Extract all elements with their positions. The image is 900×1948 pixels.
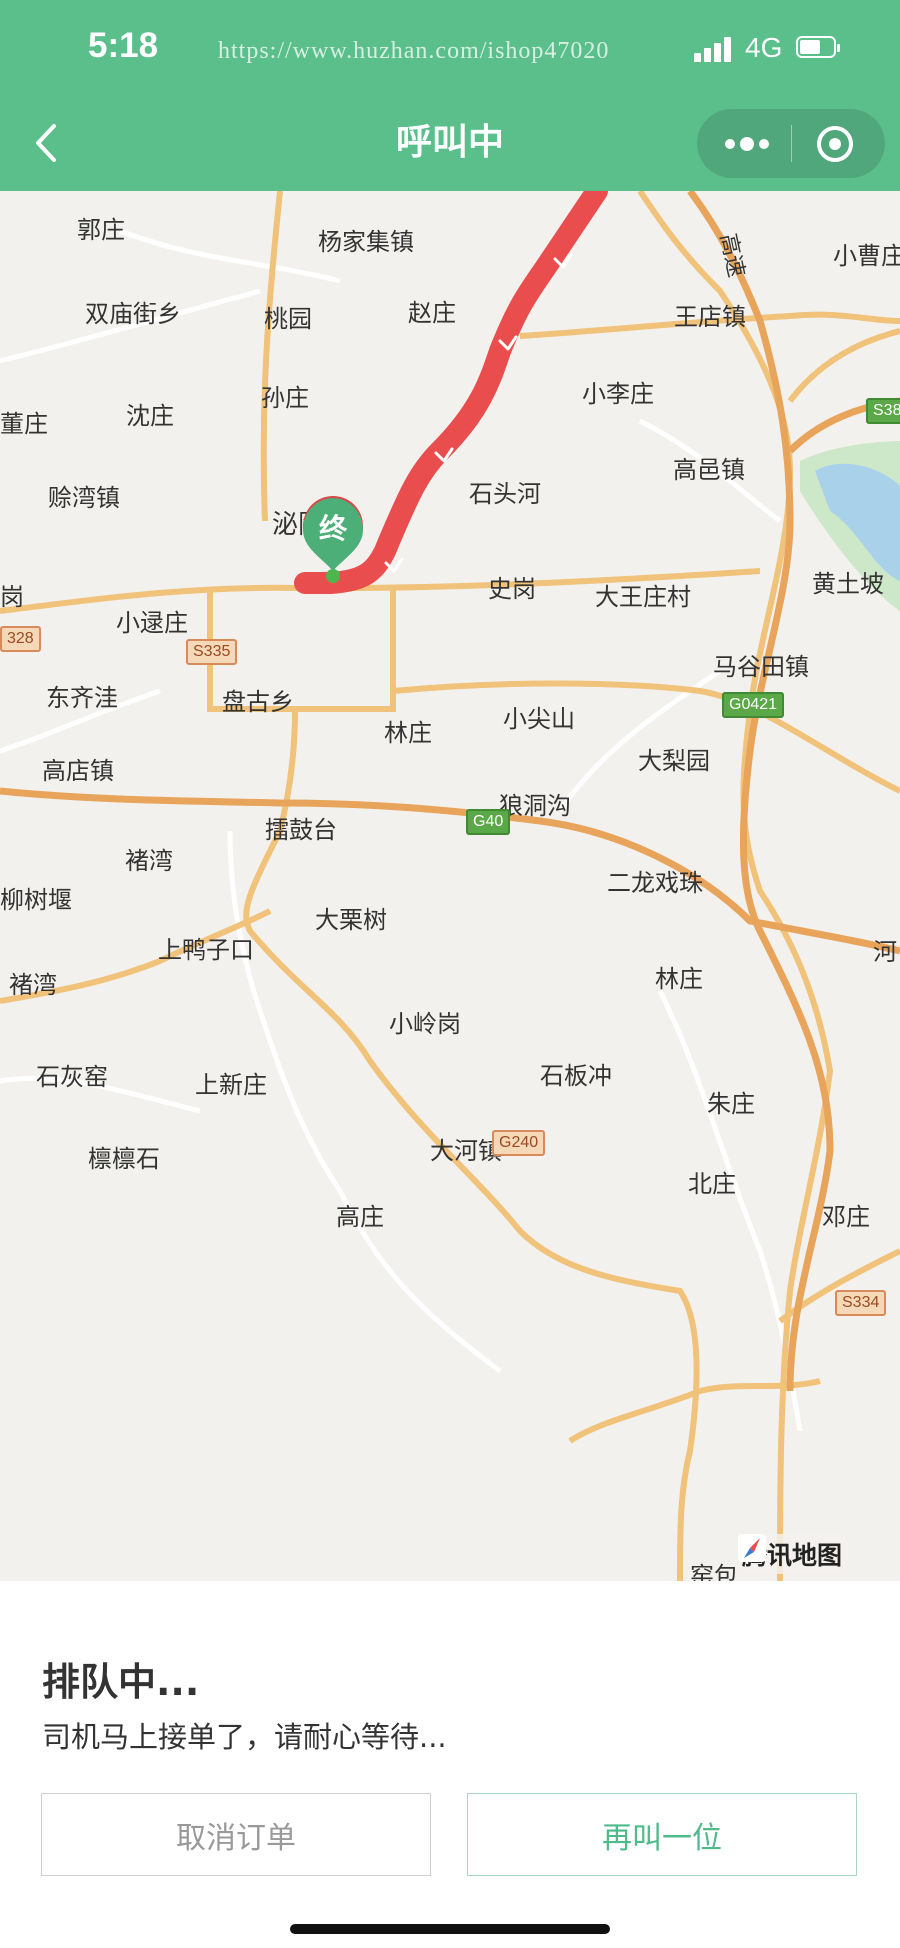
map-place-label: 石板冲 bbox=[540, 1062, 612, 1090]
road-shield: 328 bbox=[0, 626, 41, 652]
compass-icon bbox=[738, 1534, 766, 1562]
mini-program-capsule bbox=[697, 109, 885, 178]
end-location-marker[interactable]: 终 bbox=[298, 493, 368, 583]
call-again-button[interactable]: 再叫一位 bbox=[467, 1793, 857, 1876]
map-place-label: 大栗树 bbox=[315, 906, 387, 934]
map-place-label: 上鸭子口 bbox=[158, 936, 254, 964]
queue-status-description: 司机马上接单了，请耐心等待... bbox=[42, 1720, 447, 1754]
map-place-label: 邓庄 bbox=[822, 1203, 870, 1231]
map-place-label: 擂鼓台 bbox=[265, 816, 337, 844]
map-place-label: 高店镇 bbox=[42, 757, 114, 785]
more-dots-icon bbox=[725, 137, 769, 151]
map-place-label: 小曹庄 bbox=[833, 242, 900, 270]
battery-icon bbox=[796, 36, 842, 60]
map-place-label: 上新庄 bbox=[195, 1071, 267, 1099]
map-place-label: 窑包 bbox=[690, 1562, 738, 1581]
map-place-label: 沈庄 bbox=[126, 402, 174, 430]
map-place-label: 高邑镇 bbox=[673, 456, 745, 484]
map-place-label: 石头河 bbox=[469, 480, 541, 508]
map-place-label: 柳树堰 bbox=[0, 886, 72, 914]
map-place-label: 双庙街乡 bbox=[85, 300, 181, 328]
map-place-label: 褚湾 bbox=[9, 971, 57, 999]
road-shield: G0421 bbox=[722, 692, 785, 718]
map-place-label: 杨家集镇 bbox=[318, 228, 414, 256]
map-place-label: 盘古乡 bbox=[222, 688, 294, 716]
header-bar: 5:18 https://www.huzhan.com/ishop47020 4… bbox=[0, 0, 900, 191]
map-place-label: 檩檩石 bbox=[88, 1145, 160, 1173]
road-shield: G40 bbox=[466, 809, 511, 835]
map-place-label: 孙庄 bbox=[261, 384, 309, 412]
map-place-label: 岗 bbox=[0, 583, 24, 611]
map-place-label: 董庄 bbox=[0, 410, 48, 438]
map-place-label: 朱庄 bbox=[707, 1090, 755, 1118]
map-place-label: 小尖山 bbox=[503, 705, 575, 733]
map-place-label: 河 bbox=[873, 938, 897, 966]
map-place-label: 褚湾 bbox=[125, 847, 173, 875]
more-button[interactable] bbox=[697, 109, 791, 178]
road-shield: S335 bbox=[186, 639, 238, 665]
map-place-label: 大王庄村 bbox=[595, 583, 691, 611]
map-place-label: 林庄 bbox=[655, 965, 703, 993]
map-place-label: 桃园 bbox=[264, 305, 312, 333]
road-shield: S334 bbox=[835, 1290, 887, 1316]
map-place-label: 赊湾镇 bbox=[48, 484, 120, 512]
map-place-label: 郭庄 bbox=[77, 216, 125, 244]
map-place-label: 高庄 bbox=[336, 1203, 384, 1231]
order-status-panel: 排队中... 司机马上接单了，请耐心等待... 取消订单 再叫一位 bbox=[0, 1581, 900, 1948]
queue-status-title: 排队中... bbox=[42, 1660, 200, 1704]
map-place-label: 林庄 bbox=[384, 719, 432, 747]
network-type: 4G bbox=[745, 32, 783, 63]
map-place-label: 大梨园 bbox=[638, 747, 710, 775]
close-mini-program-button[interactable] bbox=[792, 109, 885, 178]
status-time: 5:18 bbox=[88, 26, 159, 65]
map-brand: 腾讯地图 bbox=[738, 1534, 847, 1574]
map-place-label: 黄土坡 bbox=[812, 570, 884, 598]
map-view[interactable]: 郭庄 杨家集镇 小曹庄 双庙街乡 桃园 赵庄 王店镇 孙庄 小李庄 沈庄 董庄 … bbox=[0, 191, 900, 1581]
watermark-url: https://www.huzhan.com/ishop47020 bbox=[218, 38, 610, 64]
home-indicator[interactable] bbox=[290, 1924, 610, 1934]
road-shield: G240 bbox=[492, 1130, 546, 1156]
map-place-label: 小李庄 bbox=[582, 380, 654, 408]
cancel-order-button[interactable]: 取消订单 bbox=[41, 1793, 431, 1876]
end-marker-label: 终 bbox=[318, 512, 347, 545]
signal-icon bbox=[694, 36, 736, 62]
map-place-label: 二龙戏珠 bbox=[607, 869, 703, 897]
map-place-label: 北庄 bbox=[688, 1170, 736, 1198]
map-place-label: 马谷田镇 bbox=[713, 653, 809, 681]
map-place-label: 史岗 bbox=[488, 575, 536, 603]
map-place-label: 石灰窑 bbox=[36, 1063, 108, 1091]
map-place-label: 赵庄 bbox=[408, 299, 456, 327]
map-place-label: 小逯庄 bbox=[116, 609, 188, 637]
target-circle-icon bbox=[817, 126, 853, 162]
map-place-label: 东齐洼 bbox=[46, 684, 118, 712]
map-place-label: 王店镇 bbox=[674, 303, 746, 331]
road-shield: S38 bbox=[866, 398, 900, 424]
map-place-label: 小岭岗 bbox=[389, 1010, 461, 1038]
